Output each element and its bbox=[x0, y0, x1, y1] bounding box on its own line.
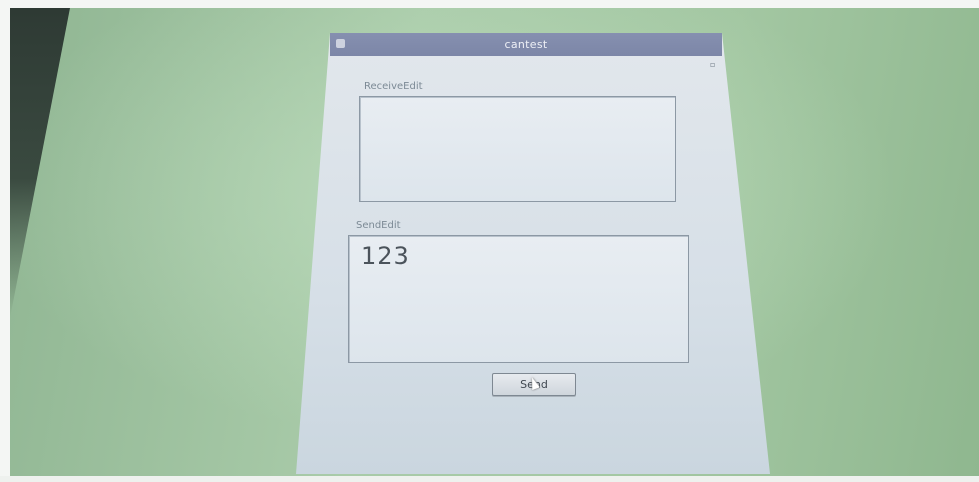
resize-grip-icon: ▫ bbox=[710, 60, 716, 69]
screen: cantest ▫ ReceiveEdit SendEdit 123 Send bbox=[0, 0, 979, 482]
window-titlebar[interactable]: cantest bbox=[330, 33, 722, 56]
receive-edit-textbox[interactable] bbox=[359, 96, 676, 202]
send-edit-label: SendEdit bbox=[356, 220, 401, 231]
window-title: cantest bbox=[504, 38, 548, 51]
send-edit-value: 123 bbox=[361, 242, 410, 270]
receive-edit-label: ReceiveEdit bbox=[364, 81, 423, 92]
send-edit-textbox[interactable]: 123 bbox=[348, 235, 689, 363]
